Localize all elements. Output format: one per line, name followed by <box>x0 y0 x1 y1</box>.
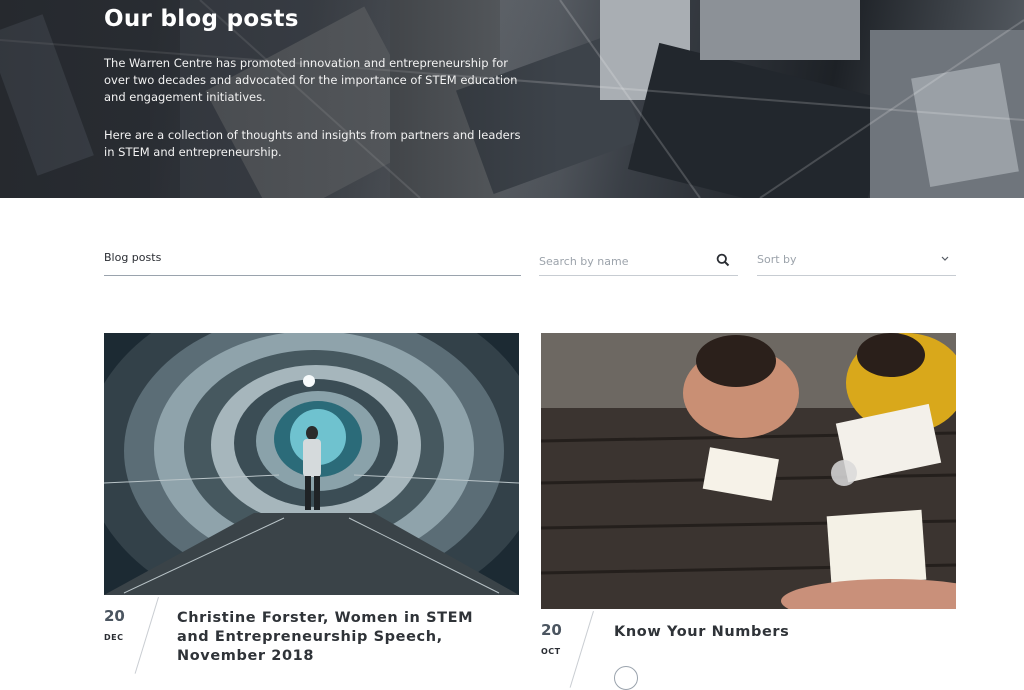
post-meta: 20 DEC Christine Forster, Women in STEM … <box>104 595 519 675</box>
hero-intro-paragraph: The Warren Centre has promoted innovatio… <box>104 56 518 104</box>
post-date-day: 20 <box>541 621 562 639</box>
category-filter[interactable]: Blog posts <box>104 248 521 276</box>
sort-dropdown[interactable]: Sort by <box>757 248 956 276</box>
tunnel-photo <box>104 333 519 595</box>
search-icon[interactable] <box>716 253 730 267</box>
post-title[interactable]: Christine Forster, Women in STEM and Ent… <box>177 609 507 666</box>
category-filter-label: Blog posts <box>104 251 162 264</box>
date-divider <box>569 611 594 688</box>
page-title: Our blog posts <box>104 6 299 32</box>
read-more-circle-button[interactable] <box>614 666 638 690</box>
blog-post-card[interactable]: 20 DEC Christine Forster, Women in STEM … <box>104 333 519 675</box>
post-date-month: DEC <box>104 633 124 642</box>
hero-banner: Our blog posts The Warren Centre has pro… <box>0 0 1024 198</box>
post-title[interactable]: Know Your Numbers <box>614 623 944 642</box>
search-input[interactable] <box>539 248 709 272</box>
post-date-day: 20 <box>104 607 125 625</box>
post-date-month: OCT <box>541 647 561 656</box>
blog-post-card[interactable]: 20 OCT Know Your Numbers <box>541 333 956 690</box>
chevron-down-icon <box>941 256 949 261</box>
search-field[interactable] <box>539 248 738 276</box>
hero-secondary-paragraph: Here are a collection of thoughts and in… <box>104 128 521 159</box>
date-divider <box>134 597 159 674</box>
post-meta: 20 OCT Know Your Numbers <box>541 609 956 690</box>
sort-dropdown-label: Sort by <box>757 253 797 266</box>
post-image-students[interactable] <box>541 333 956 609</box>
students-photo <box>541 333 956 609</box>
post-image-tunnel[interactable] <box>104 333 519 595</box>
